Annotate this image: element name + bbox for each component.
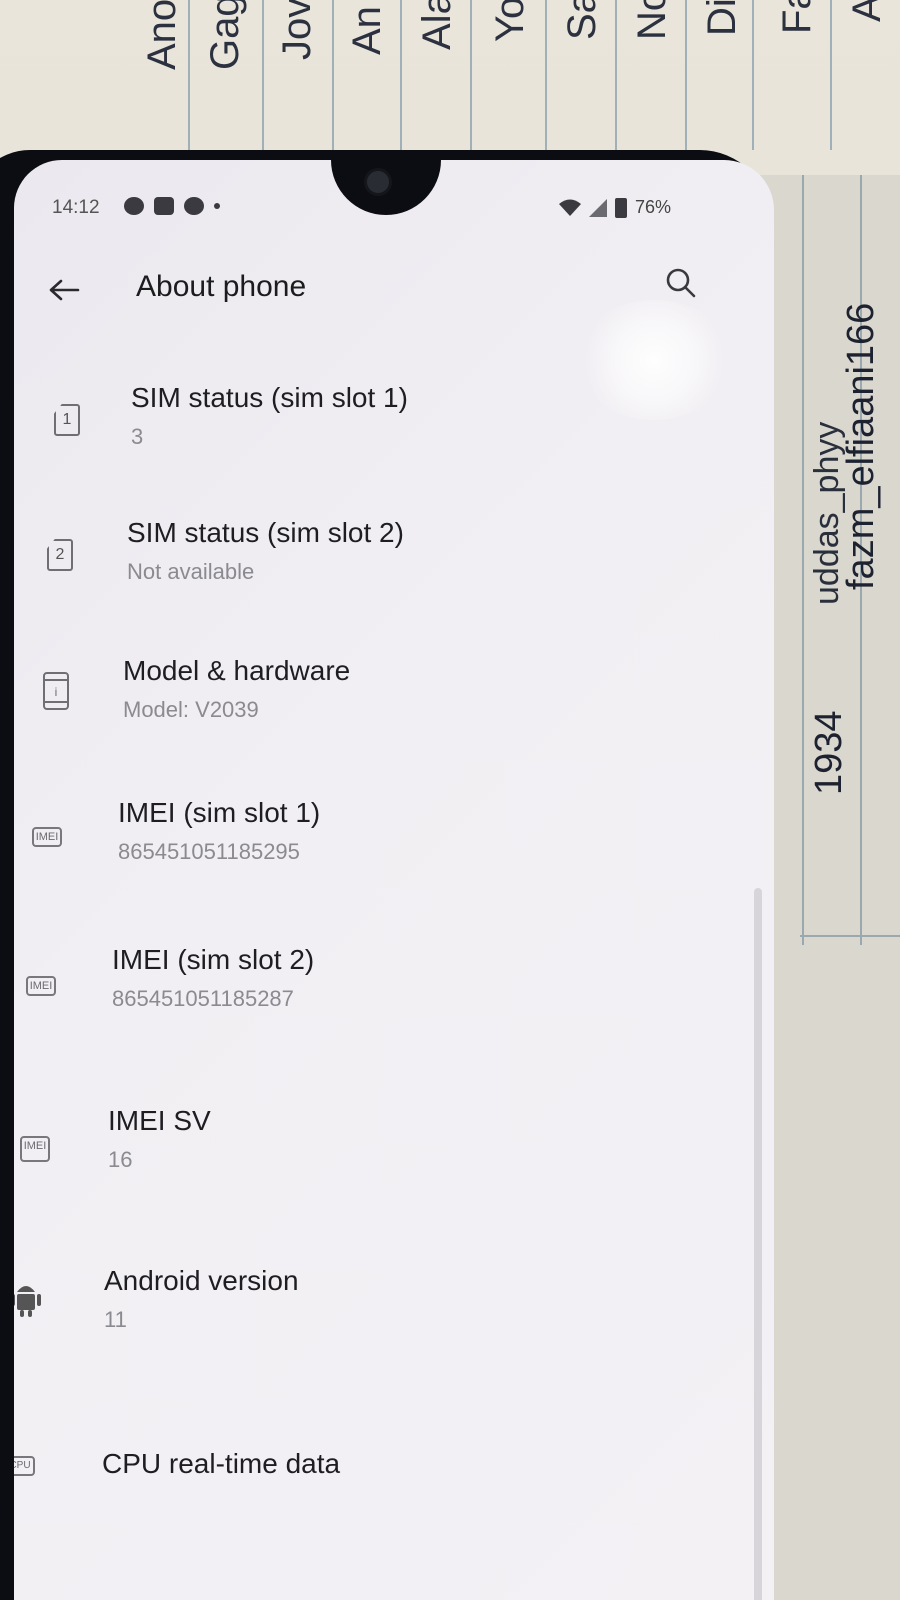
- paper-word: A: [845, 0, 889, 22]
- list-item-sim-status-1[interactable]: 1 SIM status (sim slot 1) 3: [44, 382, 744, 492]
- sim-1-icon: 1: [47, 400, 87, 440]
- list-item-model-hardware[interactable]: i Model & hardware Model: V2039: [36, 655, 736, 765]
- item-title: SIM status (sim slot 2): [127, 517, 404, 548]
- battery-percent: 76%: [635, 197, 672, 217]
- more-notifications-icon: [214, 203, 220, 209]
- notification-icons: [124, 197, 220, 215]
- item-subtitle: 11: [104, 1307, 127, 1332]
- paper-word: fazm_elfiaani166: [840, 302, 882, 590]
- list-item-imei-sv[interactable]: IMEI IMEI SV 16: [16, 1105, 716, 1215]
- item-title: IMEI (sim slot 1): [118, 797, 321, 828]
- item-title: Android version: [104, 1265, 299, 1296]
- list-item-sim-status-2[interactable]: 2 SIM status (sim slot 2) Not available: [40, 517, 740, 627]
- phone-info-icon: i: [36, 671, 76, 711]
- item-title: SIM status (sim slot 1): [131, 382, 408, 413]
- paper-word: Jov: [275, 0, 319, 60]
- item-subtitle: 3: [131, 424, 144, 449]
- status-time: 14:12: [52, 197, 100, 218]
- item-subtitle: Not available: [127, 559, 255, 584]
- battery-icon: [615, 197, 627, 218]
- chat-icon: [124, 197, 144, 215]
- list-item-imei-2[interactable]: IMEI IMEI (sim slot 2) 865451051185287: [22, 944, 722, 1054]
- imei-icon: IMEI: [22, 966, 60, 1006]
- status-bar: 14:12 76%: [14, 195, 774, 225]
- phone-screen: 14:12 76% About phone 1 SIM status (sim …: [14, 160, 774, 1600]
- paper-word: Yo: [488, 0, 532, 42]
- paper-strip: 1934 uddas_phyy fazm_elfiaani166: [760, 175, 900, 1600]
- wifi-icon: [559, 199, 581, 216]
- cpu-icon: CPU: [14, 1446, 40, 1486]
- item-title: IMEI (sim slot 2): [112, 944, 315, 975]
- android-icon: [14, 1279, 46, 1319]
- list-item-imei-1[interactable]: IMEI IMEI (sim slot 1) 865451051185295: [28, 797, 728, 907]
- imei-icon: IMEI: [28, 817, 66, 857]
- paper-word: No: [630, 0, 674, 40]
- paper-word: 1934: [808, 710, 850, 795]
- item-subtitle: 16: [108, 1147, 133, 1172]
- item-subtitle: 865451051185295: [118, 839, 300, 864]
- sim-2-icon: 2: [40, 535, 80, 575]
- arrow-left-icon[interactable]: [42, 268, 86, 312]
- paper-word: Ano: [140, 0, 184, 70]
- paper-word: Fa: [775, 0, 819, 34]
- paper-word: Gag: [203, 0, 247, 70]
- list-item-cpu-realtime[interactable]: CPU CPU real-time data: [14, 1448, 714, 1558]
- paper-word: An: [345, 6, 389, 55]
- signal-icon: [589, 198, 607, 217]
- item-subtitle: Model: V2039: [123, 697, 259, 722]
- item-title: IMEI SV: [108, 1105, 211, 1136]
- scrollbar[interactable]: [754, 888, 762, 1600]
- imei-sv-icon: IMEI: [16, 1129, 54, 1169]
- paper-word: Sa: [560, 0, 604, 40]
- item-title: CPU real-time data: [102, 1448, 341, 1479]
- svg-text:i: i: [55, 685, 58, 699]
- paper-word: Di: [700, 0, 744, 36]
- mail-icon: [154, 197, 174, 215]
- front-camera: [364, 168, 392, 196]
- list-item-android-version[interactable]: Android version 11: [14, 1265, 714, 1375]
- search-icon[interactable]: [664, 266, 704, 306]
- paper-word: Ala: [415, 0, 459, 50]
- item-subtitle: 865451051185287: [112, 986, 294, 1011]
- app-notification-icon: [184, 197, 204, 215]
- system-icons: 76%: [559, 197, 671, 218]
- page-title: About phone: [136, 270, 307, 303]
- item-title: Model & hardware: [123, 655, 351, 686]
